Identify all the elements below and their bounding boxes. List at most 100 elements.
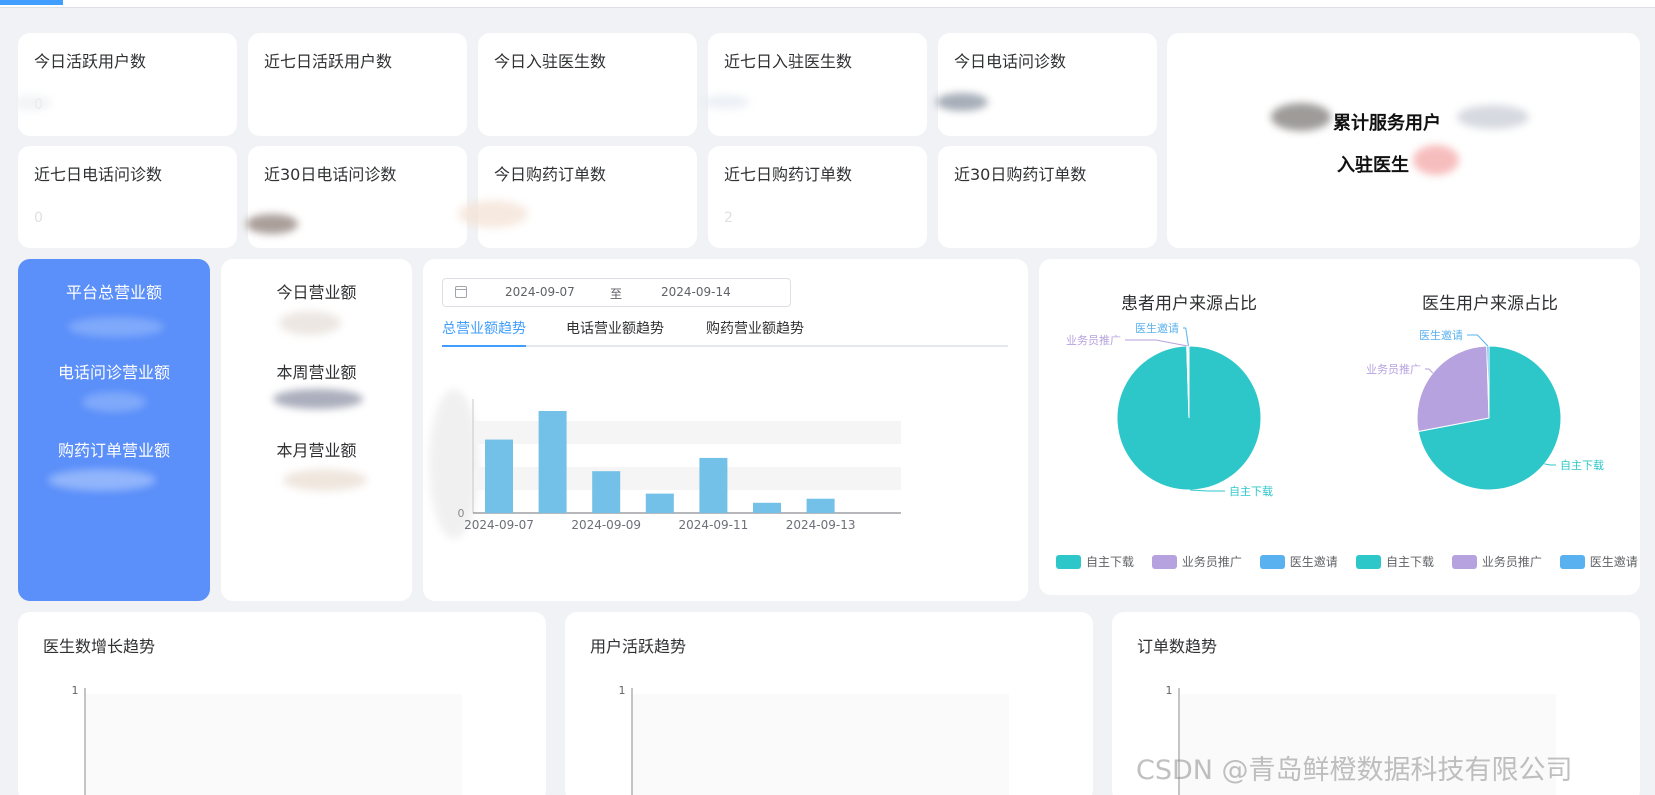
legend-label: 业务员推广 bbox=[1181, 555, 1242, 569]
grid-band bbox=[473, 421, 901, 444]
blur-mask bbox=[12, 95, 52, 111]
blur-mask bbox=[458, 200, 528, 228]
x-tick-label: 2024-09-09 bbox=[571, 518, 641, 532]
stat-card: 今日购药订单数 bbox=[458, 146, 697, 248]
blur-mask bbox=[68, 317, 164, 337]
legend-swatch bbox=[1451, 555, 1477, 569]
stat-label: 近30日购药订单数 bbox=[954, 165, 1087, 184]
legend-item[interactable]: 医生邀请 bbox=[1259, 553, 1338, 570]
today-revenue-label: 今日营业额 bbox=[276, 283, 357, 302]
user-activity-card: 用户活跃趋势 1 bbox=[565, 612, 1093, 795]
blur-mask bbox=[273, 389, 363, 409]
blur-mask bbox=[246, 214, 298, 234]
drug-revenue-label: 购药订单营业额 bbox=[57, 441, 170, 460]
month-revenue-label: 本月营业额 bbox=[276, 441, 357, 460]
slice-label: 医生邀请 bbox=[1419, 328, 1463, 342]
slice-label: 业务员推广 bbox=[1366, 362, 1421, 376]
revenue-totals-panel: 平台总营业额 电话问诊营业额 购药订单营业额 bbox=[18, 259, 210, 601]
stat-card: 近七日活跃用户数 bbox=[248, 33, 467, 136]
y-tick-label: 1 bbox=[1166, 684, 1173, 697]
slice-label: 自主下载 bbox=[1560, 459, 1604, 472]
bar bbox=[806, 498, 835, 513]
stat-label: 今日购药订单数 bbox=[494, 165, 607, 184]
blur-mask bbox=[82, 392, 146, 412]
slice-label: 医生邀请 bbox=[1135, 321, 1179, 335]
total-revenue-label: 平台总营业额 bbox=[65, 283, 162, 302]
label-leader-line bbox=[1183, 327, 1189, 347]
phone-revenue-label: 电话问诊营业额 bbox=[57, 363, 170, 382]
grid-band bbox=[473, 467, 901, 490]
blur-mask bbox=[1271, 103, 1331, 131]
slice-label: 自主下载 bbox=[1229, 485, 1273, 498]
blur-mask bbox=[1457, 105, 1529, 129]
legend-item[interactable]: 医生邀请 bbox=[1559, 553, 1638, 570]
label-leader-line bbox=[1125, 339, 1188, 347]
user-activity-chart: 1 bbox=[619, 684, 1009, 795]
legend-label: 自主下载 bbox=[1386, 555, 1435, 569]
legend-swatch bbox=[1259, 555, 1285, 569]
active-page-tab[interactable] bbox=[0, 0, 63, 5]
doctor-growth-card: 医生数增长趋势 1 bbox=[18, 612, 546, 795]
revenue-periods-panel: 今日营业额 本周营业额 本月营业额 bbox=[221, 259, 412, 601]
summary-total-users: 累计服务用户 bbox=[1333, 113, 1441, 134]
slice-label: 业务员推广 bbox=[1066, 333, 1121, 347]
bar bbox=[538, 411, 567, 513]
plot-area bbox=[633, 694, 1009, 795]
x-tick-label: 2024-09-11 bbox=[679, 518, 749, 532]
x-tick-label: 2024-09-13 bbox=[786, 518, 856, 532]
revenue-trend-card: 2024-09-07 至 2024-09-14 总营业额趋势 电话营业额趋势 购… bbox=[423, 259, 1028, 601]
blur-mask bbox=[702, 95, 750, 109]
stat-card: 今日入驻医生数 bbox=[478, 33, 697, 136]
watermark: CSDN @青岛鲜橙数据科技有限公司 bbox=[1136, 755, 1573, 786]
legend-label: 自主下载 bbox=[1086, 555, 1135, 569]
x-tick-label: 2024-09-07 bbox=[464, 518, 534, 532]
label-leader-line bbox=[1544, 463, 1556, 466]
stat-label: 近七日入驻医生数 bbox=[724, 52, 853, 71]
stat-label: 近30日电话问诊数 bbox=[264, 165, 397, 184]
bar bbox=[699, 457, 728, 513]
blur-mask bbox=[283, 469, 367, 491]
stat-label: 近七日活跃用户数 bbox=[264, 52, 393, 71]
label-leader-line bbox=[1190, 489, 1225, 492]
stat-card: 近七日电话问诊数 0 bbox=[18, 146, 237, 248]
stat-label: 今日入驻医生数 bbox=[494, 52, 607, 71]
legend-item[interactable]: 自主下载 bbox=[1356, 553, 1434, 570]
legend-label: 医生邀请 bbox=[1289, 555, 1338, 569]
stat-value: 0 bbox=[34, 210, 43, 226]
doctor-legend: 自主下载 业务员推广 医生邀请 bbox=[1356, 553, 1652, 570]
legend-item[interactable]: 业务员推广 bbox=[1151, 553, 1242, 570]
legend-swatch bbox=[1056, 555, 1081, 569]
stat-label: 近七日购药订单数 bbox=[724, 165, 853, 184]
blur-mask bbox=[936, 93, 988, 111]
pie-charts: 自主下载业务员推广医生邀请自主下载业务员推广医生邀请 bbox=[1066, 321, 1604, 498]
legend-item[interactable]: 自主下载 bbox=[1056, 553, 1134, 570]
legend-label: 医生邀请 bbox=[1589, 555, 1638, 569]
stat-card: 近七日购药订单数 2 bbox=[708, 146, 927, 248]
legend-swatch bbox=[1559, 555, 1585, 569]
summary-doctors: 入驻医生 bbox=[1337, 155, 1409, 176]
legend-swatch bbox=[1356, 555, 1381, 569]
legend-swatch bbox=[1151, 555, 1177, 569]
stat-label: 今日活跃用户数 bbox=[34, 52, 147, 71]
patient-legend: 自主下载 业务员推广 医生邀请 bbox=[1056, 553, 1352, 570]
stat-card: 近30日电话问诊数 bbox=[246, 146, 467, 248]
top-tab-bar bbox=[0, 0, 1655, 8]
stat-card: 近30日购药订单数 bbox=[938, 146, 1157, 248]
stat-card: 今日活跃用户数 0 bbox=[12, 33, 237, 136]
doctor-growth-chart: 1 bbox=[72, 684, 462, 795]
label-leader-line bbox=[1467, 334, 1489, 347]
y-tick-label: 1 bbox=[72, 684, 79, 697]
stat-label: 今日电话问诊数 bbox=[954, 52, 1067, 71]
revenue-bar-chart: 02024-09-07 2024-09-09 2024-09-11 2024-09-1… bbox=[458, 399, 901, 532]
week-revenue-label: 本周营业额 bbox=[276, 363, 357, 382]
summary-card: 累计服务用户 入驻医生 bbox=[1167, 33, 1640, 248]
stat-card: 今日电话问诊数 bbox=[936, 33, 1157, 136]
blur-mask bbox=[279, 311, 341, 335]
legend-label: 业务员推广 bbox=[1481, 555, 1542, 569]
stat-label: 近七日电话问诊数 bbox=[34, 165, 163, 184]
stat-card: 近七日入驻医生数 bbox=[702, 33, 927, 136]
legend-item[interactable]: 业务员推广 bbox=[1451, 553, 1542, 570]
bar bbox=[592, 471, 621, 513]
pie-slice bbox=[1416, 345, 1490, 433]
blur-mask bbox=[1413, 145, 1459, 175]
